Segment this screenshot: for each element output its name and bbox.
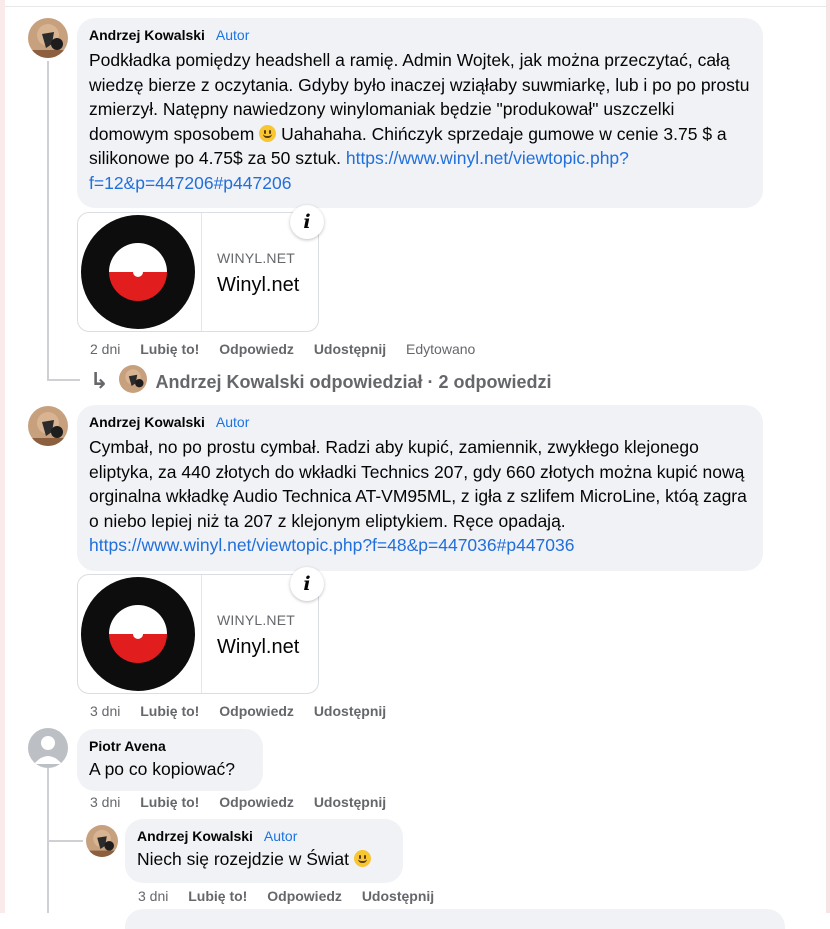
comment-link[interactable]: https://www.winyl.net/viewtopic.php?f=48… [89,535,574,555]
comment-text: Cymbał, no po prostu cymbał. Radzi aby k… [89,437,747,555]
comment-author[interactable]: Andrzej Kowalski [137,828,253,844]
thread-line [47,61,49,381]
comment-time[interactable]: 3 dni [138,888,168,904]
comment-text: Niech się rozejdzie w Świat [137,847,391,872]
comment-time[interactable]: 2 dni [90,341,120,357]
avatar-image [28,18,68,58]
info-icon[interactable]: i [290,205,324,239]
right-edge [826,0,830,913]
comment-bubble: Andrzej Kowalski Autor Podkładka pomiędzy… [77,18,763,208]
edited-label: Edytowano [406,341,476,357]
avatar[interactable] [86,825,118,857]
vinyl-thumbnail [78,575,202,693]
next-comment-bubble [125,909,785,929]
author-badge: Autor [263,828,298,844]
comment-author[interactable]: Piotr Avena [89,738,166,754]
comment-text: A po co kopiować? [89,759,235,779]
comment-bubble: Andrzej Kowalski Autor Cymbał, no po pros… [77,405,763,571]
like-button[interactable]: Lubię to! [140,703,199,719]
card-domain: WINYL.NET [217,612,296,628]
card-title: Winyl.net [217,636,300,658]
comment-actions: 3 dni Lubię to! Odpowiedz Udostępnij [138,888,450,904]
avatar[interactable] [28,18,68,58]
view-replies-link[interactable]: ↳ Andrzej Kowalski odpowiedział · 2 odpo… [90,365,552,394]
reply-button[interactable]: Odpowiedz [219,703,294,719]
like-button[interactable]: Lubię to! [140,794,199,810]
thread-line [47,840,83,842]
author-badge: Autor [215,414,250,430]
link-preview-card[interactable]: WINYL.NET Winyl.net [77,212,319,332]
reply-button[interactable]: Odpowiedz [219,794,294,810]
like-button[interactable]: Lubię to! [140,341,199,357]
share-button[interactable]: Udostępnij [314,794,386,810]
comment-bubble: Andrzej Kowalski Autor Niech się rozejdzi… [125,819,403,883]
reply-arrow-icon: ↳ [90,368,109,393]
thread-line [47,379,80,381]
comment-actions: 3 dni Lubię to! Odpowiedz Udostępnij [90,794,402,810]
default-avatar-icon [28,728,68,768]
comment-bubble: Piotr Avena A po co kopiować? [77,729,263,791]
like-button[interactable]: Lubię to! [188,888,247,904]
card-domain: WINYL.NET [217,250,296,266]
replies-summary[interactable]: Andrzej Kowalski odpowiedział · 2 odpowi… [155,372,551,392]
avatar [119,365,147,393]
vinyl-record-icon [81,215,195,329]
avatar-image [28,406,68,446]
vinyl-thumbnail [78,213,202,331]
reply-button[interactable]: Odpowiedz [267,888,342,904]
avatar[interactable] [28,728,68,768]
share-button[interactable]: Udostępnij [314,341,386,357]
avatar[interactable] [28,406,68,446]
info-icon[interactable]: i [290,567,324,601]
comment-time[interactable]: 3 dni [90,794,120,810]
left-edge [0,0,5,913]
vinyl-record-icon [81,577,195,691]
author-badge: Autor [215,27,250,43]
smile-emoji-icon [353,850,371,867]
comment-author[interactable]: Andrzej Kowalski [89,414,205,430]
share-button[interactable]: Udostępnij [314,703,386,719]
comment-actions: 3 dni Lubię to! Odpowiedz Udostępnij [90,703,402,719]
comment-actions: 2 dni Lubię to! Odpowiedz Udostępnij Edy… [90,341,491,357]
card-title: Winyl.net [217,274,300,296]
link-preview-card[interactable]: WINYL.NET Winyl.net [77,574,319,694]
top-divider [5,6,826,7]
comment-time[interactable]: 3 dni [90,703,120,719]
smile-emoji-icon [259,124,277,142]
comment-text: Podkładka pomiędzy headshell a ramię. Ad… [89,50,750,193]
avatar-image [86,825,118,857]
avatar-image [119,365,147,393]
share-button[interactable]: Udostępnij [362,888,434,904]
comment-author[interactable]: Andrzej Kowalski [89,27,205,43]
reply-button[interactable]: Odpowiedz [219,341,294,357]
